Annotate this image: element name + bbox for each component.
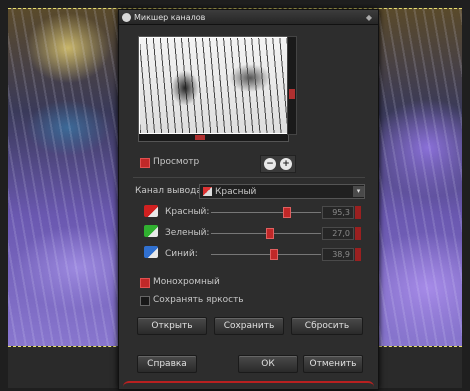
red-slider-handle[interactable] [282,207,291,218]
blue-channel-icon [144,246,158,258]
output-channel-value: Красный [215,186,257,197]
preview-label: Просмотр [153,157,200,167]
horizontal-scroll-thumb[interactable] [195,135,205,140]
preview-image [140,38,287,133]
monochrome-checkbox[interactable] [140,278,150,288]
help-button[interactable]: Справка [137,355,197,373]
blue-slider[interactable] [211,254,321,255]
blue-spin-arrows[interactable] [355,248,361,261]
vertical-scroll-thumb[interactable] [289,89,295,99]
preview-horizontal-scrollbar[interactable] [139,134,288,141]
red-label: Красный: [165,207,210,217]
preserve-luminosity-checkbox[interactable] [140,296,150,306]
zoom-in-icon[interactable]: + [280,158,292,170]
green-slider-handle[interactable] [266,228,275,239]
output-channel-label: Канал вывода: [135,186,205,196]
preview-vertical-scrollbar[interactable] [287,36,297,135]
channel-mixer-dialog: Микшер каналов ◆ Просмотр − + Канал выво… [118,9,379,390]
save-button[interactable]: Сохранить [214,317,284,335]
dialog-bottom-edge [123,381,374,391]
green-value-input[interactable]: 27,0 [322,227,354,240]
close-icon[interactable]: ◆ [366,13,372,22]
separator [133,177,365,178]
preserve-luminosity-label: Сохранять яркость [153,295,244,305]
zoom-controls: − + [260,155,296,173]
red-spin-arrows[interactable] [355,206,361,219]
zoom-out-icon[interactable]: − [264,158,276,170]
preview-checkbox[interactable] [140,158,150,168]
green-spin-arrows[interactable] [355,227,361,240]
app-icon [122,12,131,22]
dialog-titlebar[interactable]: Микшер каналов ◆ [119,10,378,25]
red-channel-icon [203,187,212,196]
blue-label: Синий: [165,249,198,259]
green-channel-icon [144,225,158,237]
output-channel-select[interactable]: Красный ▾ [199,184,365,199]
chevron-down-icon[interactable]: ▾ [353,186,364,197]
blue-value-input[interactable]: 38,9 [322,248,354,261]
red-value-input[interactable]: 95,3 [322,206,354,219]
blue-slider-handle[interactable] [269,249,278,260]
monochrome-label: Монохромный [153,277,220,287]
cancel-button[interactable]: Отменить [303,355,363,373]
open-button[interactable]: Открыть [137,317,207,335]
red-channel-icon [144,205,158,217]
green-label: Зеленый: [165,228,210,238]
ok-button[interactable]: ОК [238,355,298,373]
dialog-title: Микшер каналов [134,12,206,22]
red-slider[interactable] [211,212,321,213]
reset-button[interactable]: Сбросить [291,317,363,335]
preview-area[interactable] [138,36,289,142]
